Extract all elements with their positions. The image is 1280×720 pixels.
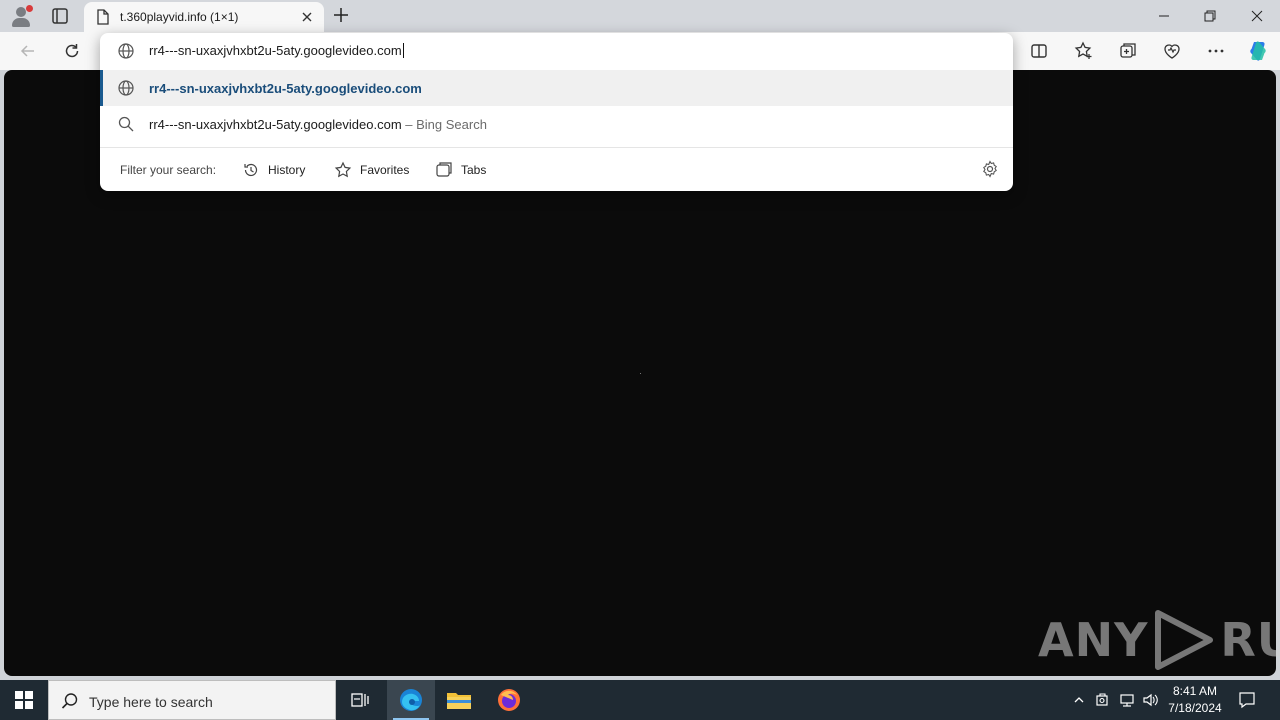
profile-avatar-icon[interactable]	[10, 5, 33, 27]
restore-icon[interactable]	[1187, 0, 1233, 32]
filter-label: Filter your search:	[120, 163, 217, 177]
suggestion-text: rr4---sn-uxaxjvhxbt2u-5aty.googlevideo.c…	[149, 117, 487, 132]
taskbar-firefox[interactable]	[485, 680, 533, 720]
suggestion-query-text: rr4---sn-uxaxjvhxbt2u-5aty.googlevideo.c…	[149, 117, 402, 132]
taskbar-edge[interactable]	[387, 680, 435, 720]
address-bar-dropdown: rr4---sn-uxaxjvhxbt2u-5aty.googlevideo.c…	[100, 33, 1013, 191]
suggestion-bing-search[interactable]: rr4---sn-uxaxjvhxbt2u-5aty.googlevideo.c…	[100, 106, 1013, 142]
globe-icon	[117, 42, 135, 65]
suggestion-url[interactable]: rr4---sn-uxaxjvhxbt2u-5aty.googlevideo.c…	[100, 70, 1013, 106]
search-icon	[117, 115, 135, 138]
filter-row: Filter your search: History Favorites Ta…	[100, 148, 1013, 191]
favorites-icon[interactable]	[1073, 40, 1095, 62]
more-options-icon[interactable]	[1205, 40, 1227, 62]
taskbar-search-placeholder: Type here to search	[89, 694, 213, 710]
taskbar-file-explorer[interactable]	[435, 680, 483, 720]
search-icon	[61, 692, 79, 715]
back-icon[interactable]	[17, 40, 39, 62]
close-window-icon[interactable]	[1234, 0, 1280, 32]
tracking-pixel-image	[640, 373, 641, 374]
filter-tabs-label: Tabs	[461, 163, 487, 177]
gear-icon[interactable]	[981, 160, 999, 183]
browser-essentials-icon[interactable]	[1161, 40, 1183, 62]
tab-strip: t.360playvid.info (1×1)	[0, 0, 1280, 32]
suggestion-url-text: rr4---sn-uxaxjvhxbt2u-5aty.googlevideo.c…	[149, 81, 422, 96]
notification-center-icon[interactable]	[1232, 680, 1262, 720]
suggestion-suffix: – Bing Search	[401, 117, 487, 132]
close-tab-icon[interactable]	[298, 8, 316, 26]
task-view-button[interactable]	[336, 680, 384, 720]
start-button[interactable]	[0, 680, 48, 720]
filter-favorites-label: Favorites	[360, 163, 410, 177]
star-icon	[334, 161, 352, 178]
tabs-icon	[436, 162, 452, 177]
page-icon	[96, 9, 110, 30]
new-tab-icon[interactable]	[331, 5, 351, 25]
volume-icon[interactable]	[1141, 680, 1161, 720]
address-input-value: rr4---sn-uxaxjvhxbt2u-5aty.googlevideo.c…	[149, 43, 402, 58]
filter-tabs-button[interactable]: Tabs	[435, 160, 486, 180]
network-icon[interactable]	[1117, 680, 1137, 720]
suggestion-text: rr4---sn-uxaxjvhxbt2u-5aty.googlevideo.c…	[149, 81, 422, 96]
edge-icon	[400, 689, 422, 711]
refresh-icon[interactable]	[61, 40, 83, 62]
tab-title: t.360playvid.info (1×1)	[120, 10, 239, 24]
folder-icon	[447, 693, 471, 709]
text-caret	[402, 43, 404, 58]
clock-date: 7/18/2024	[1168, 701, 1222, 715]
windows-taskbar: Type here to search 8:41 AM 7/18/2024	[0, 680, 1280, 720]
show-hidden-icons-icon[interactable]	[1070, 680, 1088, 720]
taskbar-search[interactable]: Type here to search	[48, 680, 336, 720]
taskbar-clock[interactable]: 8:41 AM 7/18/2024	[1160, 683, 1230, 717]
copilot-icon[interactable]	[1246, 39, 1270, 63]
clock-time: 8:41 AM	[1172, 684, 1218, 698]
watermark-right-text: RUN	[1220, 613, 1280, 667]
collections-icon[interactable]	[1117, 40, 1139, 62]
task-view-icon	[351, 693, 369, 707]
filter-favorites-button[interactable]: Favorites	[334, 160, 409, 180]
play-logo-icon	[1155, 610, 1214, 670]
history-icon	[244, 163, 258, 177]
address-bar[interactable]: rr4---sn-uxaxjvhxbt2u-5aty.googlevideo.c…	[100, 33, 1013, 69]
filter-history-button[interactable]: History	[242, 160, 305, 180]
watermark-left-text: ANY	[1038, 613, 1149, 667]
split-screen-icon[interactable]	[1028, 40, 1050, 62]
meet-now-icon[interactable]	[1094, 680, 1112, 720]
globe-icon	[117, 79, 135, 102]
firefox-icon	[498, 689, 520, 711]
browser-tab[interactable]: t.360playvid.info (1×1)	[84, 2, 324, 32]
selection-indicator	[100, 70, 103, 106]
windows-logo-icon	[15, 691, 33, 709]
anyrun-watermark: ANY RUN	[1038, 608, 1280, 672]
address-input[interactable]: rr4---sn-uxaxjvhxbt2u-5aty.googlevideo.c…	[149, 43, 404, 58]
filter-history-label: History	[268, 163, 306, 177]
tab-actions-icon[interactable]	[50, 6, 70, 26]
minimize-icon[interactable]	[1141, 0, 1187, 32]
